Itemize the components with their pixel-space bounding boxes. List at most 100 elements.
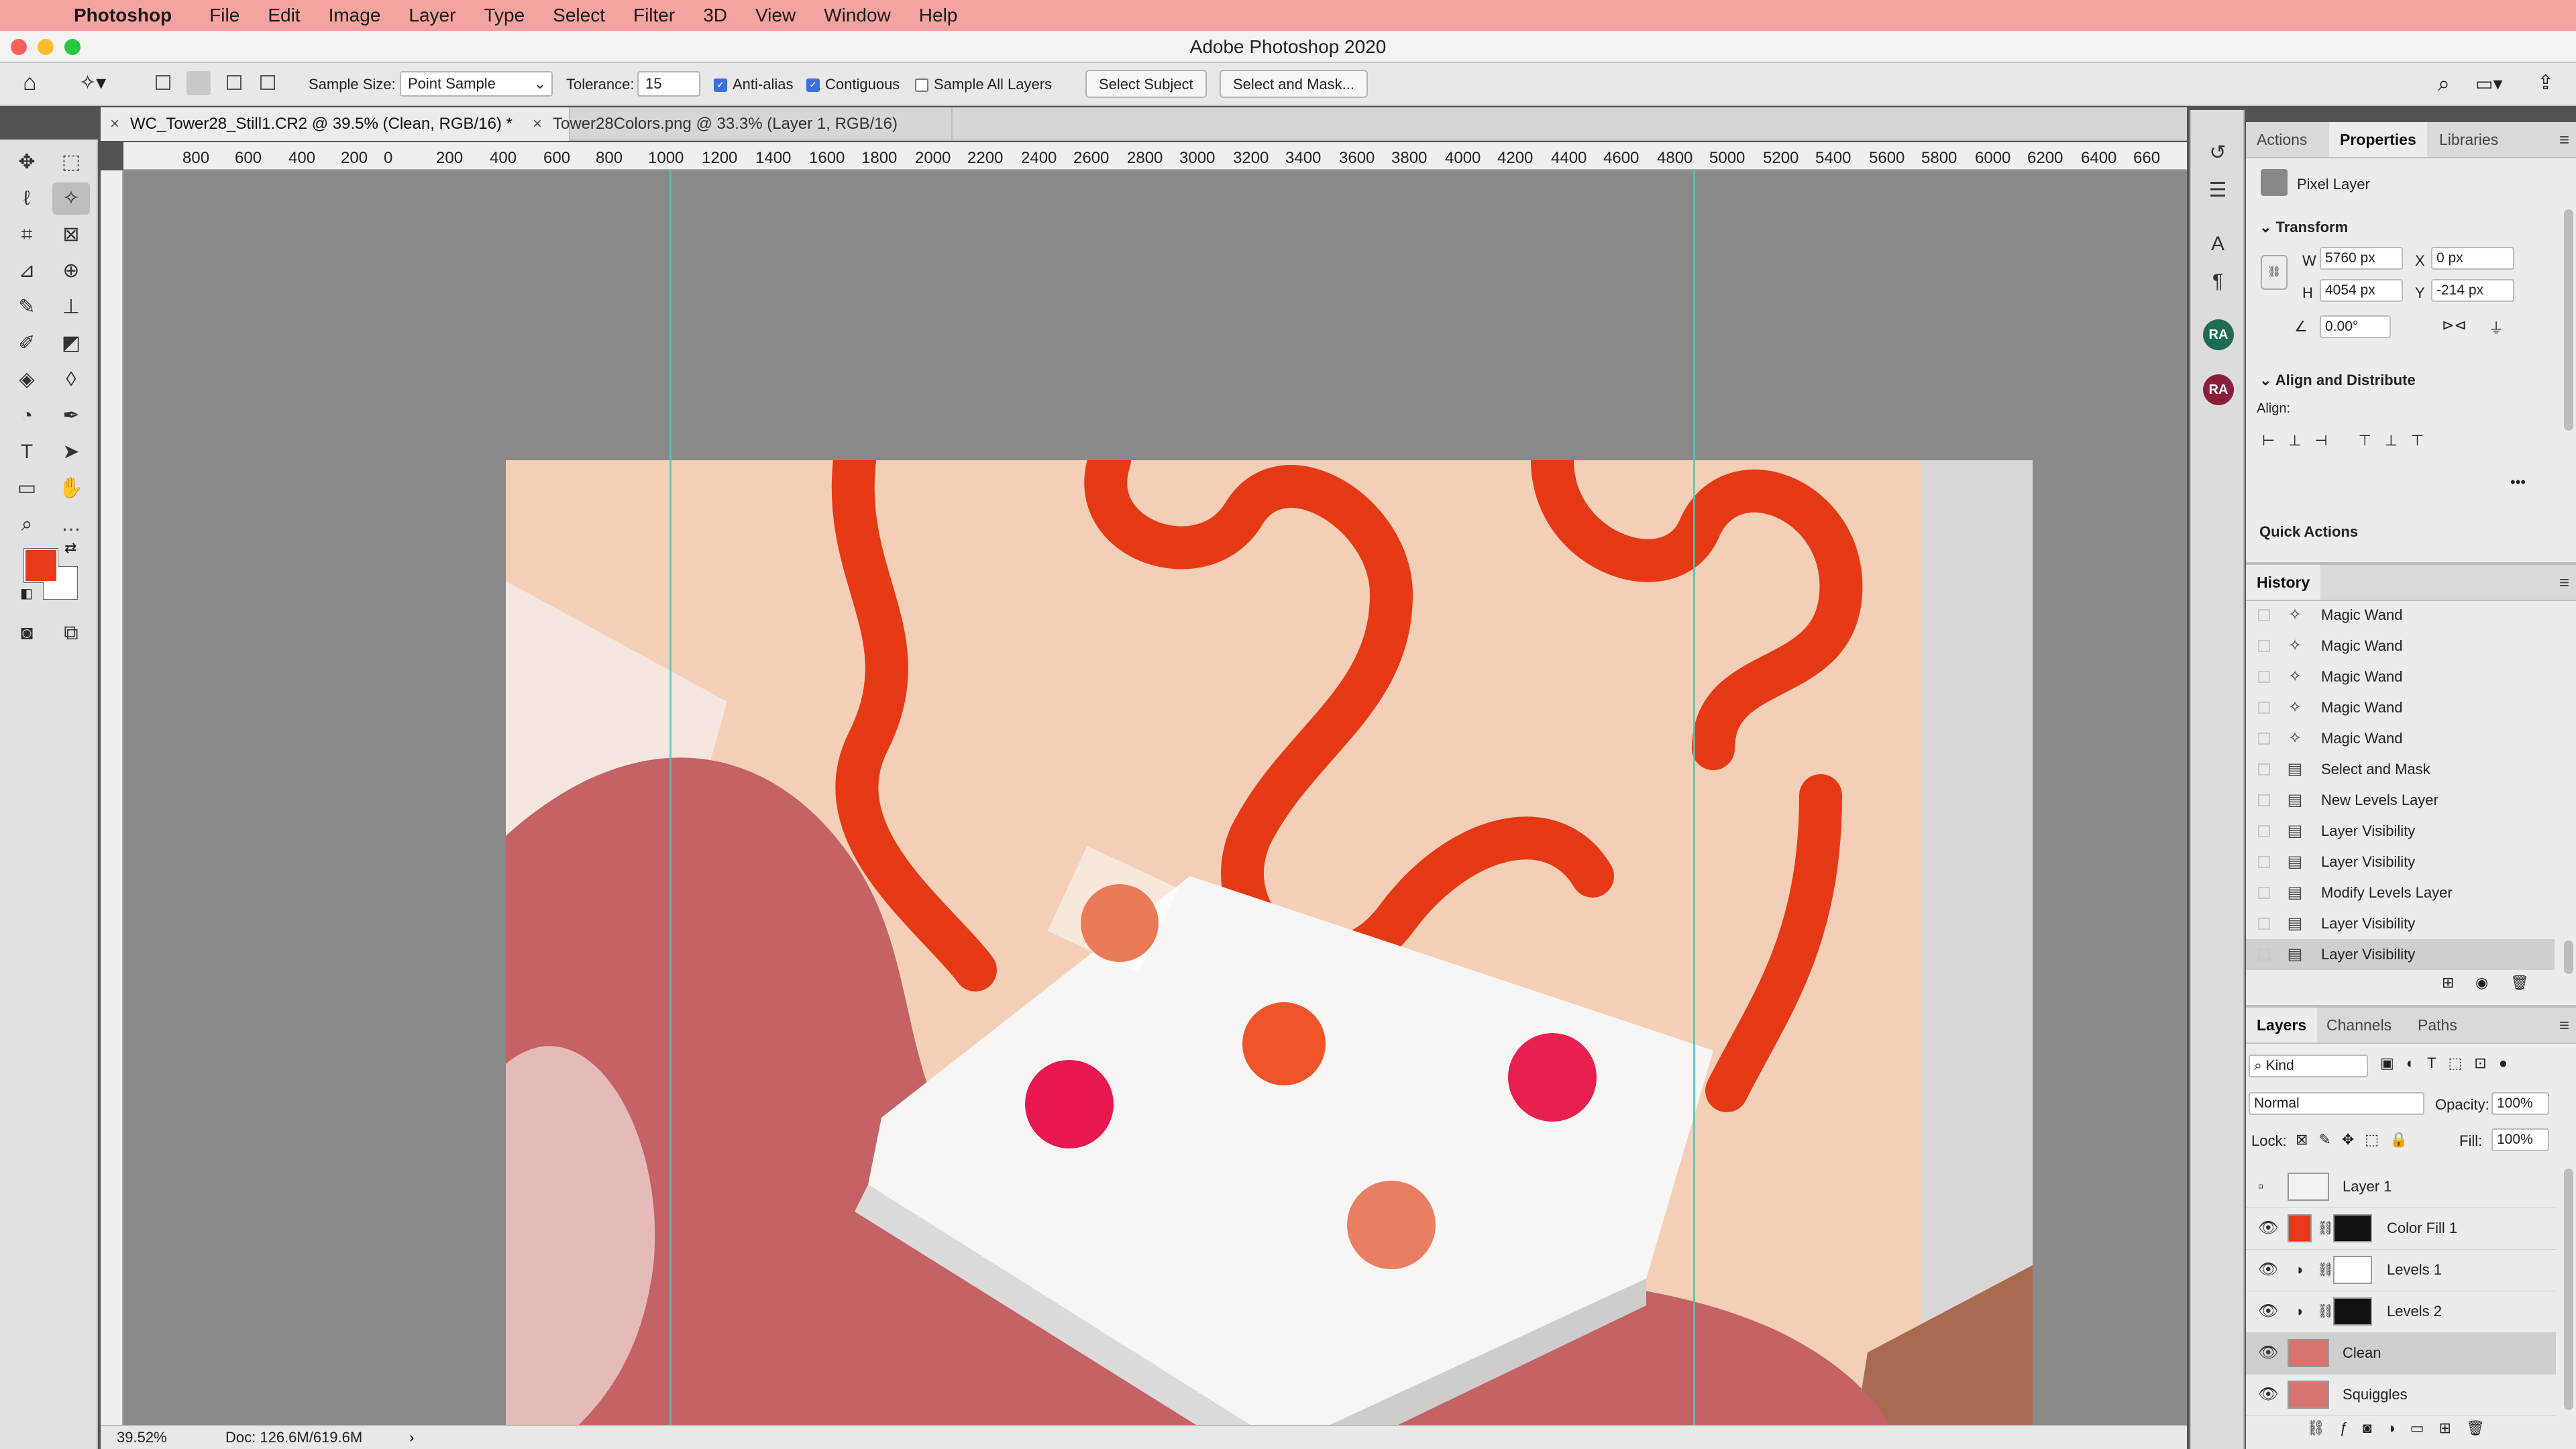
menu-edit[interactable]: Edit	[268, 5, 300, 26]
tab-paths[interactable]: Paths	[2407, 1008, 2468, 1042]
history-scrollbar[interactable]	[2564, 941, 2573, 974]
history-item[interactable]: ▤ Layer Visibility	[2246, 908, 2555, 939]
eye-icon[interactable]: 👁	[2258, 1208, 2278, 1249]
layer-row[interactable]: 👁 ⛓ Color Fill 1	[2246, 1208, 2556, 1250]
pen-tool-icon[interactable]: ✒	[52, 400, 90, 432]
history-item[interactable]: ✧ Magic Wand	[2246, 723, 2555, 754]
sample-all-layers-checkbox[interactable]: Sample All Layers	[915, 63, 1052, 106]
history-panel-icon[interactable]: ↺	[2200, 137, 2235, 169]
history-item[interactable]: ▤ Modify Levels Layer	[2246, 877, 2555, 908]
swap-colors-icon[interactable]: ⇄	[64, 539, 76, 557]
menu-window[interactable]: Window	[824, 5, 891, 26]
eye-icon[interactable]: 👁	[2258, 1374, 2278, 1415]
trash-icon[interactable]: 🗑	[2510, 974, 2529, 991]
tab-history[interactable]: History	[2246, 565, 2321, 600]
tab-libraries[interactable]: Libraries	[2428, 122, 2509, 157]
menu-image[interactable]: Image	[329, 5, 381, 26]
intersect-selection-icon[interactable]	[260, 75, 275, 90]
lasso-tool-icon[interactable]: ℓ	[8, 182, 46, 215]
contiguous-checkbox[interactable]: ✓ Contiguous	[806, 63, 900, 106]
menu-select[interactable]: Select	[553, 5, 605, 26]
sample-size-select[interactable]: Point Sample ⌄	[400, 71, 553, 97]
layer-actions-icons[interactable]: ⛓ƒ◙◑▭⊞🗑	[2306, 1419, 2500, 1437]
guide-line[interactable]	[1693, 170, 1695, 1425]
layers-scrollbar[interactable]	[2564, 1169, 2573, 1410]
close-tab-icon[interactable]: ×	[533, 107, 542, 141]
guide-line[interactable]	[669, 170, 672, 1425]
screen-mode-icon[interactable]: ⧉	[52, 617, 90, 649]
path-selection-tool-icon[interactable]: ➤	[52, 436, 90, 468]
panel-menu-icon[interactable]: ≡	[2559, 122, 2569, 157]
tolerance-input[interactable]: 15	[637, 71, 700, 97]
tab-actions[interactable]: Actions	[2246, 122, 2318, 157]
hand-tool-icon[interactable]: ✋	[52, 472, 90, 504]
workspace-icon[interactable]: ▭▾	[2475, 72, 2503, 95]
history-item[interactable]: ▤ New Levels Layer	[2246, 785, 2555, 816]
menu-help[interactable]: Help	[919, 5, 958, 26]
flip-vertical-icon[interactable]: ⏚	[2489, 317, 2504, 338]
menu-file[interactable]: File	[209, 5, 239, 26]
brush-tool-icon[interactable]: ✎	[8, 291, 46, 323]
share-icon[interactable]: ⇪	[2537, 71, 2554, 95]
height-field[interactable]: 4054 px	[2320, 279, 2403, 302]
layer-name[interactable]: Levels 1	[2387, 1249, 2442, 1291]
layer-name[interactable]: Clean	[2343, 1332, 2381, 1374]
panel-menu-icon[interactable]: ≡	[2559, 1008, 2569, 1042]
quick-mask-icon[interactable]: ◙	[8, 617, 46, 649]
menu-app-name[interactable]: Photoshop	[74, 5, 172, 26]
properties-scrollbar[interactable]	[2564, 209, 2573, 431]
new-selection-icon[interactable]	[156, 75, 170, 90]
angle-field[interactable]: 0.00°	[2320, 315, 2391, 338]
layer-filter-select[interactable]: ⌕ Kind	[2249, 1055, 2368, 1077]
eye-icon[interactable]: 👁	[2258, 1291, 2278, 1332]
subtract-selection-icon[interactable]	[227, 75, 241, 90]
tab-properties[interactable]: Properties	[2329, 122, 2427, 157]
layer-row-selected[interactable]: 👁 Clean	[2246, 1332, 2556, 1375]
history-item[interactable]: ✧ Magic Wand	[2246, 600, 2555, 631]
history-item[interactable]: ✧ Magic Wand	[2246, 631, 2555, 661]
panel-menu-icon[interactable]: ≡	[2559, 565, 2569, 600]
history-item-current[interactable]: ▤ Layer Visibility	[2246, 939, 2555, 970]
rectangle-tool-icon[interactable]: ▭	[8, 472, 46, 504]
blur-tool-icon[interactable]: ◊	[52, 364, 90, 396]
opacity-field[interactable]: 100%	[2491, 1092, 2549, 1115]
tab-document-2[interactable]: × Tower28Colors.png @ 33.3% (Layer 1, RG…	[523, 107, 953, 141]
frame-tool-icon[interactable]: ⊠	[52, 219, 90, 251]
layer-name[interactable]: Squiggles	[2343, 1374, 2408, 1415]
select-subject-button[interactable]: Select Subject	[1085, 70, 1207, 98]
menu-filter[interactable]: Filter	[633, 5, 675, 26]
align-buttons[interactable]: ⊢⊥⊣ ⊤⊥⊤	[2262, 432, 2437, 449]
history-item[interactable]: ▤ Layer Visibility	[2246, 847, 2555, 877]
foreground-color-swatch-front[interactable]	[24, 549, 58, 582]
anti-alias-checkbox[interactable]: ✓ Anti-alias	[714, 63, 793, 106]
add-to-selection-icon[interactable]	[186, 71, 211, 95]
flip-horizontal-icon[interactable]: ⊳⊲	[2442, 317, 2467, 334]
tab-channels[interactable]: Channels	[2316, 1008, 2402, 1042]
layer-name[interactable]: Color Fill 1	[2387, 1208, 2457, 1249]
paint-bucket-tool-icon[interactable]: ◈	[8, 364, 46, 396]
layer-row[interactable]: ▫ Layer 1	[2246, 1166, 2556, 1208]
eye-icon[interactable]: 👁	[2258, 1249, 2278, 1291]
eraser-tool-icon[interactable]: ◩	[52, 327, 90, 360]
more-tools-icon[interactable]: …	[52, 508, 90, 541]
layer-row[interactable]: 👁 ◑ ⛓ Levels 2	[2246, 1291, 2556, 1333]
history-item[interactable]: ▤ Layer Visibility	[2246, 816, 2555, 847]
search-icon[interactable]: ⌕	[2438, 71, 2450, 97]
menu-view[interactable]: View	[755, 5, 796, 26]
width-field[interactable]: 5760 px	[2320, 247, 2403, 270]
layer-filter-icons[interactable]: ▣◐T⬚⊡●	[2380, 1055, 2520, 1072]
snapshot-icon[interactable]: ◉	[2475, 974, 2488, 991]
paragraph-panel-icon[interactable]: ¶	[2200, 266, 2235, 298]
close-window-button[interactable]	[11, 39, 27, 55]
eye-icon[interactable]: 👁	[2258, 1332, 2278, 1374]
blend-mode-select[interactable]: Normal	[2249, 1092, 2424, 1115]
lock-icons[interactable]: ⊠✎✥⬚🔒	[2296, 1131, 2418, 1148]
adjustments-panel-icon[interactable]: ☰	[2200, 174, 2235, 207]
fill-field[interactable]: 100%	[2491, 1128, 2549, 1151]
menu-type[interactable]: Type	[484, 5, 525, 26]
layer-row[interactable]: 👁 ◑ ⛓ Levels 1	[2246, 1249, 2556, 1291]
magic-wand-preset-icon[interactable]: ✧▾	[79, 71, 106, 95]
tab-layers[interactable]: Layers	[2246, 1008, 2318, 1042]
default-colors-icon[interactable]: ◧	[20, 585, 33, 602]
character-panel-icon[interactable]: A	[2200, 228, 2235, 260]
